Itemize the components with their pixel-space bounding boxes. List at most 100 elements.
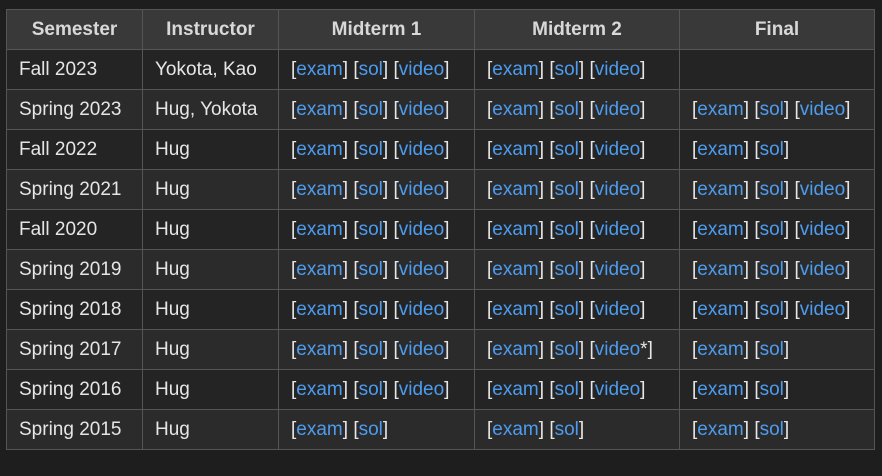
video-link[interactable]: video: [399, 259, 444, 280]
video-link[interactable]: video: [800, 219, 845, 240]
sol-link[interactable]: sol: [359, 219, 383, 240]
sol-link[interactable]: sol: [760, 299, 784, 320]
exam-link[interactable]: exam: [492, 259, 538, 280]
bracket-close: ]: [743, 138, 750, 160]
sol-link[interactable]: sol: [359, 299, 383, 320]
video-link[interactable]: video: [399, 139, 444, 160]
sol-link[interactable]: sol: [359, 99, 383, 120]
exam-link[interactable]: exam: [697, 339, 743, 360]
exam-link[interactable]: exam: [697, 419, 743, 440]
exam-link[interactable]: exam: [296, 99, 342, 120]
video-link[interactable]: video: [800, 179, 845, 200]
video-link[interactable]: video: [595, 179, 640, 200]
exam-link[interactable]: exam: [492, 299, 538, 320]
video-link[interactable]: video: [399, 379, 444, 400]
sol-link[interactable]: sol: [555, 339, 579, 360]
video-link[interactable]: video: [595, 259, 640, 280]
video-link[interactable]: video: [595, 139, 640, 160]
bracket-close: ]: [640, 298, 646, 320]
instructor-cell: Hug: [142, 289, 279, 330]
sol-link[interactable]: sol: [555, 299, 579, 320]
sol-link[interactable]: sol: [760, 259, 784, 280]
bracket-close: ]: [382, 178, 389, 200]
sol-link[interactable]: sol: [555, 219, 579, 240]
sol-link[interactable]: sol: [555, 379, 579, 400]
exam-link[interactable]: exam: [697, 219, 743, 240]
sol-link[interactable]: sol: [760, 379, 784, 400]
video-link[interactable]: video: [399, 339, 444, 360]
video-link[interactable]: video: [595, 339, 640, 360]
exam-link[interactable]: exam: [296, 139, 342, 160]
exam-link[interactable]: exam: [296, 339, 342, 360]
table-body: Fall 2023 Yokota, Kao [exam] [sol] [video]…: [6, 49, 875, 450]
sol-link[interactable]: sol: [555, 419, 579, 440]
video-link[interactable]: video: [595, 99, 640, 120]
midterm-1-cell: [exam] [sol] [video]: [278, 209, 475, 250]
sol-link[interactable]: sol: [760, 179, 784, 200]
exam-link[interactable]: exam: [296, 59, 342, 80]
sol-link[interactable]: sol: [760, 419, 784, 440]
exam-link[interactable]: exam: [697, 99, 743, 120]
exam-link[interactable]: exam: [296, 419, 342, 440]
exam-link[interactable]: exam: [697, 379, 743, 400]
exam-link[interactable]: exam: [296, 179, 342, 200]
final-cell: [exam] [sol]: [679, 329, 875, 370]
exam-link[interactable]: exam: [697, 179, 743, 200]
bracket-close: ]: [538, 138, 545, 160]
sol-link[interactable]: sol: [359, 59, 383, 80]
exam-link[interactable]: exam: [697, 299, 743, 320]
sol-link[interactable]: sol: [359, 179, 383, 200]
video-link[interactable]: video: [595, 299, 640, 320]
bracket-close: ]: [382, 298, 389, 320]
sol-link[interactable]: sol: [555, 99, 579, 120]
sol-link[interactable]: sol: [555, 179, 579, 200]
video-link[interactable]: video: [800, 99, 845, 120]
exam-link[interactable]: exam: [697, 139, 743, 160]
exam-link[interactable]: exam: [492, 339, 538, 360]
video-link[interactable]: video: [399, 179, 444, 200]
exam-link[interactable]: exam: [296, 259, 342, 280]
sol-link[interactable]: sol: [760, 139, 784, 160]
exam-link[interactable]: exam: [492, 99, 538, 120]
semester-cell: Spring 2016: [6, 369, 143, 410]
bracket-close: ]: [743, 218, 750, 240]
sol-link[interactable]: sol: [555, 259, 579, 280]
exam-link[interactable]: exam: [492, 419, 538, 440]
bracket-close: ]: [538, 338, 545, 360]
video-link[interactable]: video: [399, 219, 444, 240]
sol-link[interactable]: sol: [359, 379, 383, 400]
exam-link[interactable]: exam: [296, 299, 342, 320]
exam-link[interactable]: exam: [296, 219, 342, 240]
sol-link[interactable]: sol: [555, 139, 579, 160]
semester-cell: Fall 2022: [6, 129, 143, 170]
exam-link[interactable]: exam: [492, 219, 538, 240]
sol-link[interactable]: sol: [555, 59, 579, 80]
video-link[interactable]: video: [800, 259, 845, 280]
sol-link[interactable]: sol: [760, 99, 784, 120]
exam-link[interactable]: exam: [492, 59, 538, 80]
final-cell: [exam] [sol] [video]: [679, 249, 875, 290]
video-link[interactable]: video: [595, 219, 640, 240]
midterm-1-cell: [exam] [sol] [video]: [278, 169, 475, 210]
video-link[interactable]: video: [595, 59, 640, 80]
bracket-close: ]: [783, 218, 790, 240]
sol-link[interactable]: sol: [359, 339, 383, 360]
video-link[interactable]: video: [800, 299, 845, 320]
semester-cell: Spring 2018: [6, 289, 143, 330]
sol-link[interactable]: sol: [359, 419, 383, 440]
video-link[interactable]: video: [595, 379, 640, 400]
sol-link[interactable]: sol: [760, 339, 784, 360]
video-link[interactable]: video: [399, 59, 444, 80]
sol-link[interactable]: sol: [359, 139, 383, 160]
exam-link[interactable]: exam: [697, 259, 743, 280]
exam-link[interactable]: exam: [492, 139, 538, 160]
sol-link[interactable]: sol: [760, 219, 784, 240]
exam-link[interactable]: exam: [296, 379, 342, 400]
exam-link[interactable]: exam: [492, 379, 538, 400]
bracket-close: ]: [538, 258, 545, 280]
exam-link[interactable]: exam: [492, 179, 538, 200]
bracket-close: ]: [444, 338, 450, 360]
video-link[interactable]: video: [399, 99, 444, 120]
sol-link[interactable]: sol: [359, 259, 383, 280]
video-link[interactable]: video: [399, 299, 444, 320]
